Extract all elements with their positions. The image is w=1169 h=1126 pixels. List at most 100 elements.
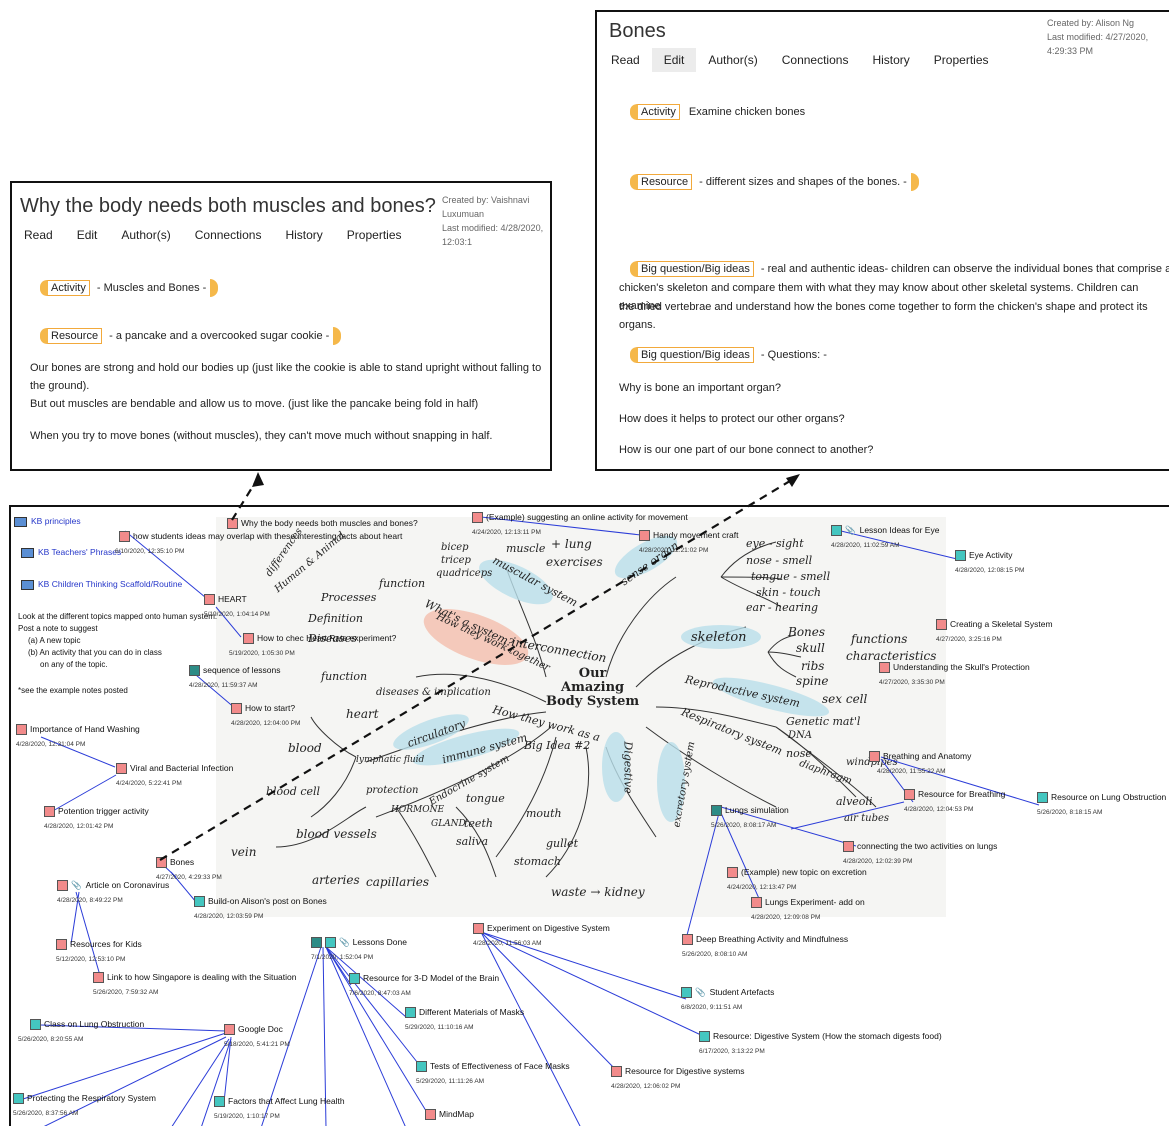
note-icon [311,937,322,949]
last-modified: Last modified: 4/27/2020, 4:29:33 PM [1047,32,1149,56]
note-brain-model[interactable]: Resource for 3-D Model of the Brain 7/6/2… [349,973,499,997]
note-class-lung[interactable]: Class on Lung Obstruction 5/26/2020, 8:20… [18,1019,144,1043]
note-meta: Created by: Vaishnavi Luxumuan Last modi… [442,193,550,249]
activity-text: Examine chicken bones [688,106,806,118]
note-heart-facts[interactable]: how students ideas may overlap with thes… [115,531,402,555]
tab-edit[interactable]: Edit [65,223,110,247]
note-protect-respiratory[interactable]: Protecting the Respiratory System 5/26/20… [13,1093,156,1117]
note-skull[interactable]: Understanding the Skull's Protection 4/27… [879,662,1030,686]
scaffold-end [910,173,919,191]
note-icon [119,531,130,543]
note-mask-materials[interactable]: Different Materials of Masks 5/29/2020, 1… [405,1007,524,1031]
tab-properties[interactable]: Properties [335,223,414,247]
note-singapore[interactable]: Link to how Singapore is dealing with th… [93,972,296,996]
note-lesson-eye[interactable]: 📎 Lesson Ideas for Eye 4/28/2020, 11:02:59… [831,525,939,549]
attachment-icon: 📎 [695,987,706,997]
kb-principles-link[interactable]: KB principles [14,516,81,527]
note-icon [405,1007,416,1019]
tab-connections[interactable]: Connections [770,48,861,72]
note-heart-rate[interactable]: How to chec Heart Rate experiment? 5/19/2… [229,633,396,657]
note-mindmap[interactable]: MindMap [425,1109,474,1121]
question: How does it helps to protect our other o… [619,413,845,425]
resource-scaffold: Resource - a pancake and a overcooked su… [40,327,342,345]
tab-history[interactable]: History [273,223,334,247]
note-digestive-resources[interactable]: Resource for Digestive systems 4/28/2020,… [611,1066,745,1090]
resource-tag: Resource [40,327,103,344]
tab-read[interactable]: Read [599,48,652,72]
note-meta: Created by: Alison Ng Last modified: 4/2… [1047,16,1169,58]
note-excretion[interactable]: (Example) new topic on excretion 4/24/202… [727,867,867,891]
note-sequence[interactable]: sequence of lessons 4/28/2020, 11:59:37 A… [189,665,281,689]
note-icon [425,1109,436,1121]
note-icon [224,1024,235,1036]
note-resources-kids[interactable]: Resources for Kids 5/12/2020, 12:53:10 PM [56,939,142,963]
activity-scaffold: Activity - Muscles and Bones - [40,279,219,297]
note-breathing-anatomy[interactable]: Breathing and Anatomy 4/28/2020, 11:55:22… [869,751,971,775]
note-icon [116,763,127,775]
arrowhead [252,472,264,487]
tab-history[interactable]: History [860,48,921,72]
kb-thinking-scaffold-link[interactable]: KB Children Thinking Scaffold/Routine [21,579,182,590]
note-lungs-experiment[interactable]: Lungs Experiment- add on 4/28/2020, 12:09… [751,897,865,921]
view-canvas[interactable]: Our Amazing Body System muscular system … [9,505,1169,1126]
note-digestive-experiment[interactable]: Experiment on Digestive System 4/28/2020,… [473,923,610,947]
note-muscles-bones[interactable]: Why the body needs both muscles and bone… [227,518,418,530]
note-deep-breathing[interactable]: Deep Breathing Activity and Mindfulness 5… [682,934,848,958]
note-lung-health[interactable]: Factors that Affect Lung Health 5/19/2020… [214,1096,345,1120]
bigq-text: - Questions: - [760,349,827,361]
note-mask-tests[interactable]: Tests of Effectiveness of Face Masks 5/29… [416,1061,570,1085]
note-icon [93,972,104,984]
created-by: Created by: Alison Ng [1047,18,1135,28]
resource-tag: Resource [630,173,693,190]
view-icon [21,579,34,590]
note-icon [30,1019,41,1031]
note-icon [611,1066,622,1078]
note-icon [243,633,254,645]
tab-edit[interactable]: Edit [651,48,697,72]
note-student-artefacts[interactable]: 📎 Student Artefacts 6/8/2020, 9:11:51 AM [681,987,774,1011]
note-how-to-start[interactable]: How to start? 4/28/2020, 12:04:00 PM [231,703,300,727]
note-bones[interactable]: Bones 4/27/2020, 4:29:33 PM [156,857,222,881]
note-lessons-done[interactable]: 📎 Lessons Done 7/1/2020, 1:52:04 PM [311,937,407,961]
note-viral-bacterial[interactable]: Viral and Bacterial Infection 4/24/2020, … [116,763,233,787]
last-modified: Last modified: 4/28/2020, 12:03:1 [442,223,544,247]
note-icon [879,662,890,674]
tab-authors[interactable]: Author(s) [109,223,182,247]
activity-text: - Muscles and Bones - [96,281,207,294]
note-icon [473,923,484,935]
note-icon [325,937,336,949]
note-links [22,516,1040,1126]
note-movement-craft[interactable]: Handy movement craft 4/28/2020, 12:21:02 … [639,530,739,554]
note-icon [955,550,966,562]
note-lung-obstruction[interactable]: Resource on Lung Obstruction 5/26/2020, 8… [1037,792,1166,816]
note-stomach-digests[interactable]: Resource: Digestive System (How the stom… [699,1031,942,1055]
tab-connections[interactable]: Connections [183,223,274,247]
attachment-icon: 📎 [71,880,82,890]
attachment-icon: 📎 [845,525,856,535]
note-coronavirus[interactable]: 📎 Article on Coronavirus 4/28/2020, 8:49:2… [57,880,169,904]
note-connecting-lungs[interactable]: connecting the two activities on lungs 4/… [843,841,997,865]
attachment-icon: 📎 [339,937,350,947]
note-eye-activity[interactable]: Eye Activity 4/28/2020, 12:08:15 PM [955,550,1024,574]
note-trigger-activity[interactable]: Potention trigger activity 4/28/2020, 12:… [44,806,149,830]
note-hand-washing[interactable]: Importance of Hand Washing 4/28/2020, 12:… [16,724,140,748]
note-icon [57,880,68,892]
note-icon [16,724,27,736]
note-resource-breathing[interactable]: Resource for Breathing 4/28/2020, 12:04:5… [904,789,1005,813]
kb-teachers-phrases-link[interactable]: KB Teachers' Phrases [21,547,121,558]
tab-authors[interactable]: Author(s) [696,48,769,72]
paragraph: the dried vertebrae and understand how t… [619,301,1148,331]
tab-read[interactable]: Read [12,223,65,247]
note-google-doc[interactable]: Google Doc 5/18/2020, 5:41:21 PM [224,1024,290,1048]
resource-text: - a pancake and a overcooked sugar cooki… [109,329,330,342]
tab-properties[interactable]: Properties [922,48,1001,72]
view-icon [14,516,27,527]
note-icon [189,665,200,677]
note-heart[interactable]: HEART 5/19/2020, 1:04:14 PM [204,594,270,618]
question: How is our one part of our bone connect … [619,444,874,456]
note-icon [1037,792,1048,804]
note-lungs-simulation[interactable]: Lungs simulation 5/26/2020, 8:08:17 AM [711,805,789,829]
note-skeletal-system[interactable]: Creating a Skeletal System 4/27/2020, 3:2… [936,619,1053,643]
note-build-on-bones[interactable]: Build-on Alison's post on Bones 4/28/2020… [194,896,327,920]
note-icon [416,1061,427,1073]
